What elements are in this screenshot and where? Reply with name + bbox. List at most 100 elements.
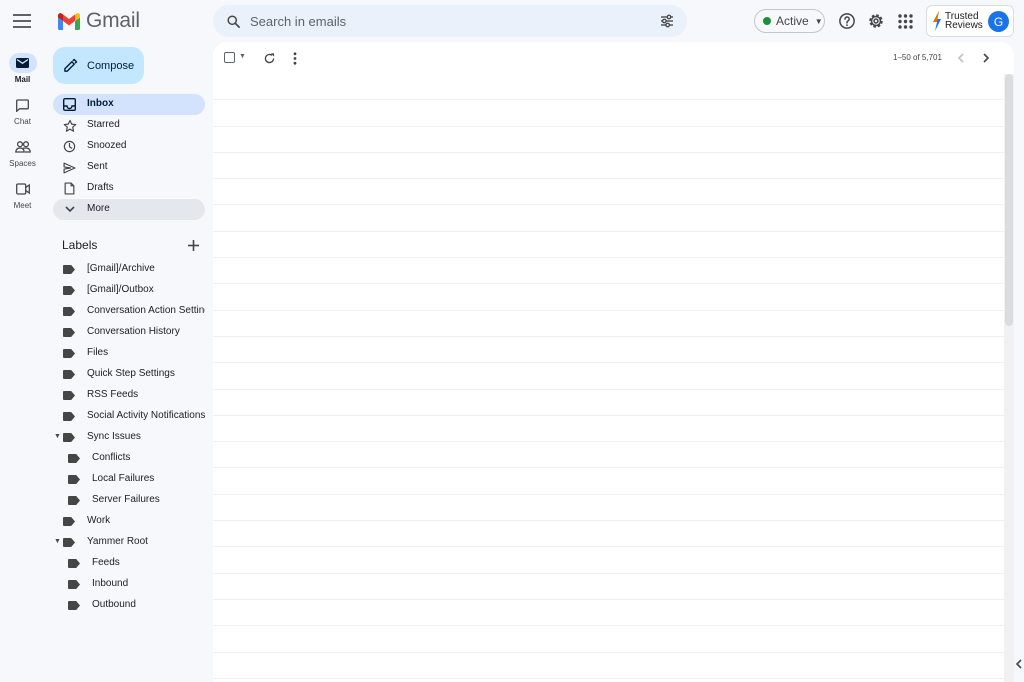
table-row[interactable] bbox=[213, 153, 1004, 180]
rail-item-meet[interactable]: Meet bbox=[0, 179, 45, 221]
list-toolbar: ▼ 1–50 of 5,701 bbox=[213, 42, 1014, 74]
label-icon bbox=[68, 452, 80, 464]
table-row[interactable] bbox=[213, 258, 1004, 285]
nav-item-snoozed[interactable]: Snoozed bbox=[53, 136, 205, 157]
label-item[interactable]: [Gmail]/Outbox bbox=[53, 280, 205, 301]
support-button[interactable] bbox=[835, 9, 859, 33]
newer-button[interactable] bbox=[950, 48, 970, 68]
mail-icon bbox=[16, 58, 29, 68]
search-input[interactable] bbox=[250, 5, 650, 37]
list-scrollbar[interactable] bbox=[1004, 74, 1014, 682]
label-item[interactable]: [Gmail]/Archive bbox=[53, 259, 205, 280]
top-bar: Gmail Active ▼ bbox=[0, 0, 1024, 42]
table-row[interactable] bbox=[213, 390, 1004, 416]
table-row[interactable] bbox=[213, 521, 1004, 548]
send-icon bbox=[63, 162, 76, 173]
label-item[interactable]: Local Failures bbox=[53, 469, 205, 490]
rail-item-spaces[interactable]: Spaces bbox=[0, 137, 45, 179]
label-item[interactable]: Quick Step Settings bbox=[53, 364, 205, 385]
table-row[interactable] bbox=[213, 416, 1004, 443]
table-row[interactable] bbox=[213, 284, 1004, 311]
nav-label-more: More bbox=[87, 203, 110, 214]
table-row[interactable] bbox=[213, 468, 1004, 495]
nav-item-starred[interactable]: Starred bbox=[53, 115, 205, 136]
settings-button[interactable] bbox=[864, 9, 888, 33]
rail-label-meet: Meet bbox=[13, 201, 32, 210]
table-row[interactable] bbox=[213, 495, 1004, 522]
select-options-caret-icon[interactable]: ▼ bbox=[239, 53, 246, 60]
side-panel-toggle-button[interactable] bbox=[1008, 654, 1024, 674]
label-icon bbox=[63, 284, 75, 296]
scrollbar-thumb[interactable] bbox=[1005, 74, 1013, 326]
search-options-button[interactable] bbox=[657, 11, 677, 31]
compose-label: Compose bbox=[87, 59, 135, 72]
table-row[interactable] bbox=[213, 547, 1004, 574]
label-item[interactable]: Social Activity Notifications bbox=[53, 406, 205, 427]
nav-item-more[interactable]: More bbox=[53, 199, 205, 220]
nav-label-inbox: Inbox bbox=[87, 98, 114, 109]
table-row[interactable] bbox=[213, 100, 1004, 127]
google-apps-button[interactable] bbox=[893, 9, 917, 33]
label-item[interactable]: Work bbox=[53, 511, 205, 532]
table-row[interactable] bbox=[213, 205, 1004, 232]
label-item[interactable]: RSS Feeds bbox=[53, 385, 205, 406]
label-item[interactable]: Conversation Action Settings bbox=[53, 301, 205, 322]
label-text: Files bbox=[87, 347, 109, 358]
account-button[interactable]: Trusted Reviews G bbox=[926, 5, 1014, 37]
status-selector[interactable]: Active ▼ bbox=[754, 9, 825, 33]
nav-item-inbox[interactable]: Inbox bbox=[53, 94, 205, 115]
gmail-logo[interactable]: Gmail bbox=[58, 9, 140, 33]
label-item[interactable]: ▼ Sync Issues bbox=[53, 427, 205, 448]
table-row[interactable] bbox=[213, 626, 1004, 653]
rail-label-spaces: Spaces bbox=[9, 159, 36, 168]
table-row[interactable] bbox=[213, 363, 1004, 390]
label-item[interactable]: Feeds bbox=[53, 553, 205, 574]
trusted-reviews-logo-icon bbox=[933, 11, 941, 31]
more-options-button[interactable] bbox=[285, 48, 305, 68]
label-item[interactable]: Files bbox=[53, 343, 205, 364]
table-row[interactable] bbox=[213, 232, 1004, 259]
nav-item-drafts[interactable]: Drafts bbox=[53, 178, 205, 199]
caret-down-icon: ▼ bbox=[814, 16, 823, 26]
chevron-left-icon bbox=[1015, 659, 1022, 669]
inbox-icon bbox=[63, 98, 76, 111]
main-menu-button[interactable] bbox=[6, 5, 38, 37]
label-text: RSS Feeds bbox=[87, 389, 139, 400]
create-label-button[interactable] bbox=[185, 237, 201, 253]
table-row[interactable] bbox=[213, 574, 1004, 600]
refresh-button[interactable] bbox=[259, 48, 279, 68]
compose-button[interactable]: Compose bbox=[53, 47, 144, 84]
label-item[interactable]: Outbound bbox=[53, 595, 205, 616]
plus-icon bbox=[187, 239, 199, 251]
search-button[interactable] bbox=[223, 11, 243, 31]
table-row[interactable] bbox=[213, 653, 1004, 679]
table-row[interactable] bbox=[213, 600, 1004, 627]
table-row[interactable] bbox=[213, 442, 1004, 469]
rail-item-mail[interactable]: Mail bbox=[0, 53, 45, 95]
table-row[interactable] bbox=[213, 311, 1004, 337]
expand-caret-icon[interactable]: ▼ bbox=[54, 433, 61, 440]
select-all-checkbox[interactable] bbox=[224, 52, 235, 63]
table-row[interactable] bbox=[213, 179, 1004, 206]
label-item[interactable]: Inbound bbox=[53, 574, 205, 595]
label-item[interactable]: ▼ Yammer Root bbox=[53, 532, 205, 553]
label-item[interactable]: Conversation History bbox=[53, 322, 205, 343]
nav-item-sent[interactable]: Sent bbox=[53, 157, 205, 178]
nav-label-drafts: Drafts bbox=[87, 182, 114, 193]
table-row[interactable] bbox=[213, 74, 1004, 101]
label-item[interactable]: Conflicts bbox=[53, 448, 205, 469]
avatar[interactable]: G bbox=[988, 11, 1009, 32]
star-icon bbox=[63, 119, 76, 132]
older-button[interactable] bbox=[976, 48, 996, 68]
expand-caret-icon[interactable]: ▼ bbox=[54, 538, 61, 545]
apps-grid-icon bbox=[897, 13, 913, 29]
table-row[interactable] bbox=[213, 337, 1004, 364]
label-text: Work bbox=[87, 515, 111, 526]
label-icon bbox=[63, 515, 75, 527]
gmail-m-icon bbox=[58, 12, 80, 30]
draft-icon bbox=[64, 182, 75, 195]
table-row[interactable] bbox=[213, 127, 1004, 153]
rail-item-chat[interactable]: Chat bbox=[0, 95, 45, 137]
label-item[interactable]: Server Failures bbox=[53, 490, 205, 511]
meet-icon bbox=[15, 183, 30, 195]
